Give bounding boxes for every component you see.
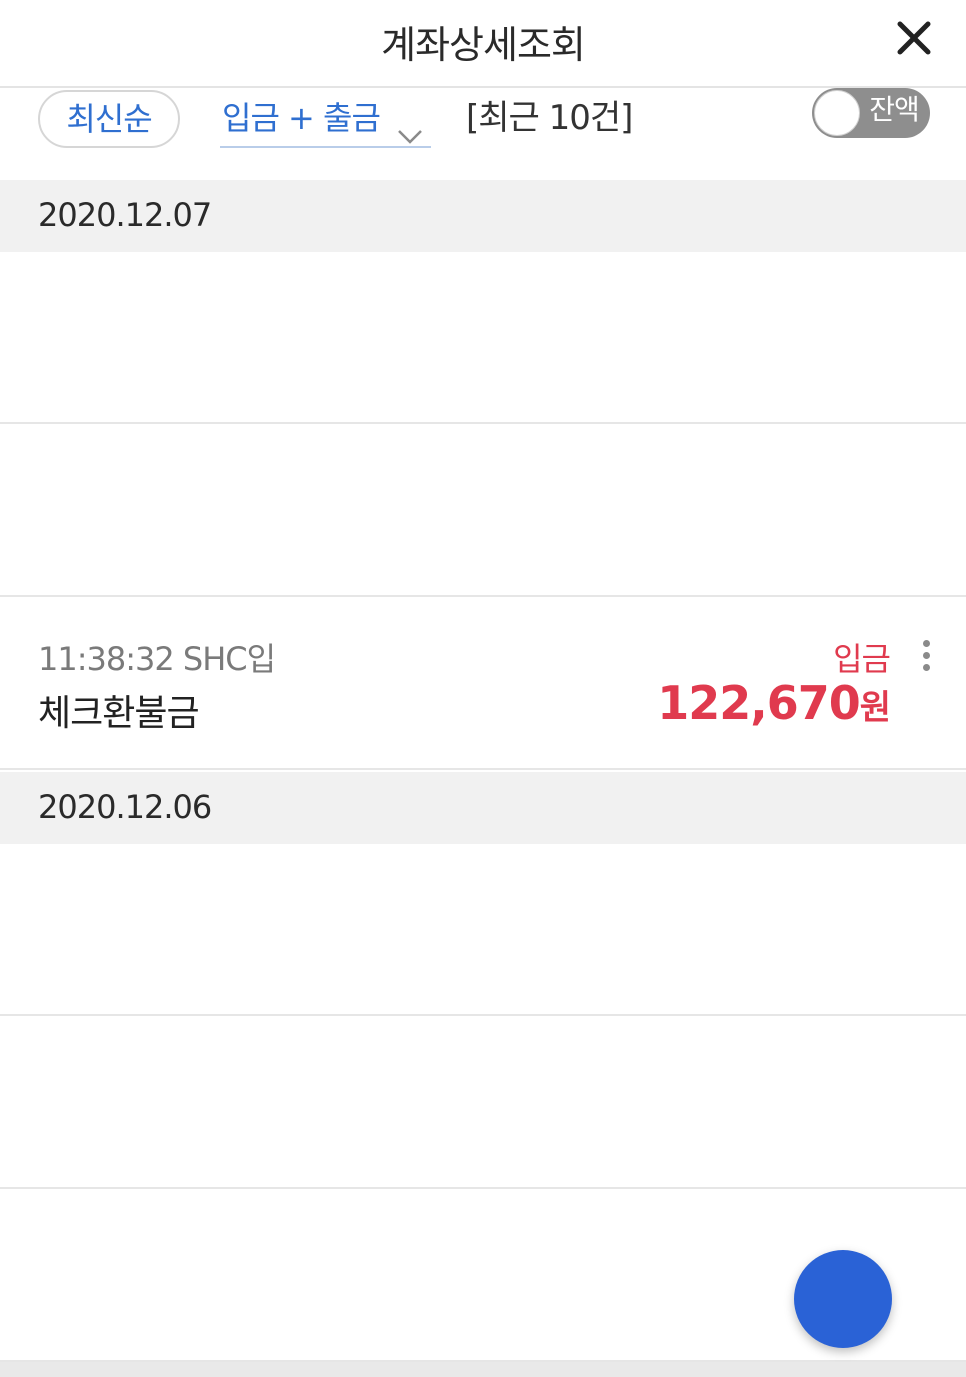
- transaction-type-dropdown[interactable]: 입금 + 출금: [220, 90, 431, 148]
- account-detail-screen: 계좌상세조회 최신순 입금 + 출금 [최근 10건] 잔액 2020.12.0…: [0, 0, 966, 1377]
- date-label: 2020.12.07: [38, 196, 212, 234]
- floating-action-button[interactable]: [794, 1250, 892, 1348]
- recent-count-label: [최근 10건]: [466, 98, 633, 138]
- transaction-row[interactable]: [0, 425, 966, 597]
- transaction-row[interactable]: [0, 844, 966, 1016]
- transaction-amount: 122,670원: [657, 676, 891, 730]
- balance-toggle-label: 잔액: [869, 93, 920, 126]
- page-title: 계좌상세조회: [381, 23, 586, 67]
- transaction-type-label: 입금 + 출금: [222, 99, 381, 137]
- transaction-time-memo: 11:38:32 SHC입: [38, 640, 276, 678]
- amount-unit: 원: [859, 688, 891, 728]
- toggle-knob: [814, 90, 860, 136]
- chevron-down-icon: [396, 108, 424, 144]
- header: 계좌상세조회: [0, 0, 966, 88]
- amount-value: 122,670: [657, 676, 861, 730]
- close-icon[interactable]: [890, 14, 940, 64]
- balance-toggle[interactable]: 잔액: [812, 88, 930, 138]
- date-header: 2020.12.06: [0, 772, 966, 844]
- date-header: 2020.12.07: [0, 180, 966, 252]
- transaction-row[interactable]: [0, 252, 966, 424]
- transaction-row[interactable]: [0, 1017, 966, 1189]
- transaction-type: 입금: [833, 640, 891, 678]
- sort-button[interactable]: 최신순: [38, 90, 180, 148]
- transaction-row[interactable]: 11:38:32 SHC입 체크환불금 입금 122,670원: [0, 598, 966, 770]
- bottom-divider: [0, 1362, 966, 1377]
- more-options-icon[interactable]: [916, 640, 936, 676]
- date-label: 2020.12.06: [38, 788, 212, 826]
- filter-bar: 최신순 입금 + 출금 [최근 10건] 잔액: [0, 88, 966, 180]
- transaction-description: 체크환불금: [38, 693, 200, 734]
